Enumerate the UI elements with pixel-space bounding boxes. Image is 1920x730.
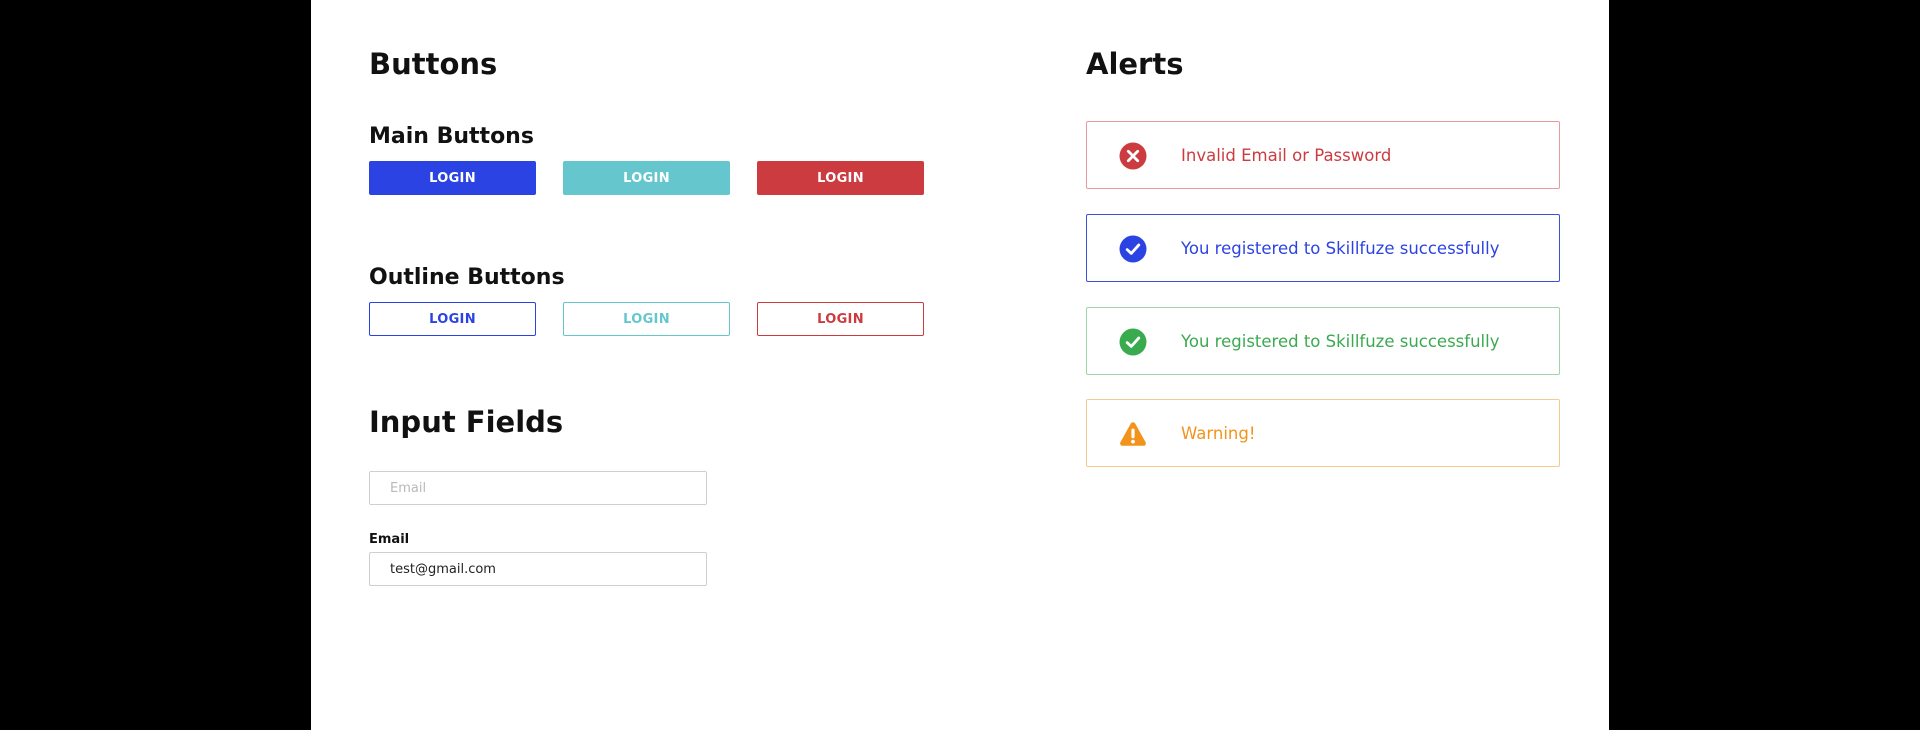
login-button-label: LOGIN bbox=[623, 170, 670, 186]
login-button-label: LOGIN bbox=[429, 170, 476, 186]
email-input-empty[interactable] bbox=[369, 471, 707, 505]
check-circle-icon bbox=[1119, 235, 1147, 263]
email-field[interactable] bbox=[369, 552, 707, 586]
alert-message: You registered to Skillfuze successfully bbox=[1181, 238, 1500, 258]
buttons-section-title: Buttons bbox=[369, 47, 498, 81]
email-field-label: Email bbox=[369, 532, 410, 547]
error-alert: Invalid Email or Password bbox=[1086, 121, 1560, 189]
alert-message: Invalid Email or Password bbox=[1181, 145, 1392, 165]
alerts-section-title: Alerts bbox=[1086, 47, 1184, 81]
login-button-label: LOGIN bbox=[817, 311, 864, 327]
warning-triangle-icon bbox=[1120, 422, 1146, 446]
login-button-primary[interactable]: LOGIN bbox=[369, 161, 536, 195]
login-outline-button-danger[interactable]: LOGIN bbox=[757, 302, 924, 336]
input-fields-section-title: Input Fields bbox=[369, 405, 564, 439]
outline-buttons-title: Outline Buttons bbox=[369, 265, 565, 290]
alert-message: You registered to Skillfuze successfully bbox=[1181, 331, 1500, 351]
login-button-teal[interactable]: LOGIN bbox=[563, 161, 730, 195]
login-button-label: LOGIN bbox=[623, 311, 670, 327]
style-guide-page: Buttons Main Buttons LOGIN LOGIN LOGIN O… bbox=[311, 0, 1609, 730]
check-circle-icon bbox=[1119, 328, 1147, 356]
login-button-label: LOGIN bbox=[817, 170, 864, 186]
login-outline-button-teal[interactable]: LOGIN bbox=[563, 302, 730, 336]
login-button-danger[interactable]: LOGIN bbox=[757, 161, 924, 195]
alert-message: Warning! bbox=[1181, 423, 1256, 443]
login-outline-button-primary[interactable]: LOGIN bbox=[369, 302, 536, 336]
login-button-label: LOGIN bbox=[429, 311, 476, 327]
main-buttons-title: Main Buttons bbox=[369, 124, 534, 149]
info-alert: You registered to Skillfuze successfully bbox=[1086, 214, 1560, 282]
success-alert: You registered to Skillfuze successfully bbox=[1086, 307, 1560, 375]
x-circle-icon[interactable] bbox=[1119, 142, 1147, 170]
warning-alert: Warning! bbox=[1086, 399, 1560, 467]
